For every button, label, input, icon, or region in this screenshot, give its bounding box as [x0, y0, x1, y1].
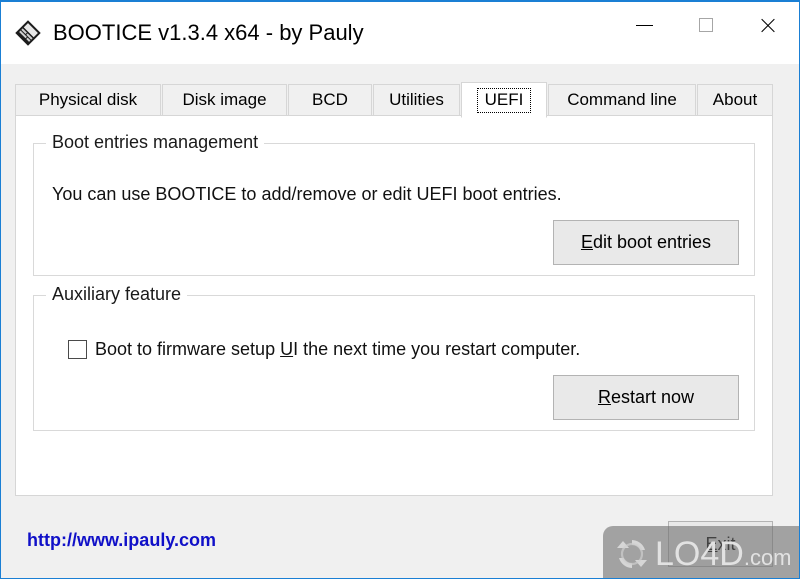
maximize-icon [699, 18, 713, 32]
restart-now-button[interactable]: Restart now [553, 375, 739, 420]
close-button[interactable] [737, 2, 799, 48]
tab-label: Utilities [389, 90, 444, 109]
tab-about[interactable]: About [697, 84, 773, 116]
maximize-button[interactable] [675, 2, 737, 48]
caption-button-group [613, 2, 799, 48]
tab-command-line[interactable]: Command line [548, 84, 696, 116]
boot-entries-description: You can use BOOTICE to add/remove or edi… [52, 184, 562, 204]
application-window: BOOTICE v1.3.4 x64 - by Pauly Physical d… [0, 0, 800, 579]
homepage-link[interactable]: http://www.ipauly.com [27, 530, 216, 551]
checkbox-text-after: I the next time you restart computer. [293, 339, 581, 359]
tab-physical-disk[interactable]: Physical disk [15, 84, 161, 116]
edit-boot-entries-button[interactable]: Edit boot entries [553, 220, 739, 265]
exit-accel: E [705, 533, 718, 554]
restart-now-label: estart now [610, 387, 695, 407]
tab-label: Physical disk [38, 90, 138, 109]
minimize-button[interactable] [613, 2, 675, 48]
tab-uefi[interactable]: UEFI [461, 82, 547, 118]
boot-to-firmware-setup-checkbox[interactable] [68, 340, 87, 359]
tab-bcd[interactable]: BCD [288, 84, 372, 116]
tab-label: BCD [312, 90, 348, 109]
exit-button[interactable]: Exit [668, 521, 773, 567]
checkbox-accel: U [280, 339, 294, 359]
tab-disk-image[interactable]: Disk image [162, 84, 287, 116]
tab-label: About [712, 90, 758, 109]
app-diamond-icon [13, 18, 43, 48]
exit-label: xit [717, 533, 736, 554]
tab-label: Disk image [182, 90, 267, 109]
boot-to-firmware-setup-label: Boot to firmware setup UI the next time … [95, 339, 580, 360]
uefi-tab-page: Boot entries management You can use BOOT… [15, 115, 773, 496]
boot-entries-management-group: Boot entries management You can use BOOT… [33, 132, 755, 276]
boot-entries-management-title: Boot entries management [46, 132, 265, 153]
close-icon [759, 16, 777, 34]
boot-to-firmware-setup-checkbox-row[interactable]: Boot to firmware setup UI the next time … [68, 339, 580, 360]
minimize-icon [635, 24, 653, 26]
tab-label: Command line [567, 90, 677, 109]
checkbox-text-before: Boot to firmware setup [95, 339, 281, 359]
restart-now-accel: R [597, 387, 611, 407]
window-title: BOOTICE v1.3.4 x64 - by Pauly [53, 20, 364, 45]
title-bar: BOOTICE v1.3.4 x64 - by Pauly [1, 2, 799, 64]
refresh-circular-arrows-icon [611, 533, 653, 575]
tab-label: UEFI [476, 87, 532, 113]
tab-strip: Physical disk Disk image BCD Utilities U… [15, 82, 785, 118]
edit-boot-entries-label: dit boot entries [592, 232, 712, 252]
edit-boot-entries-accel: E [580, 232, 593, 252]
auxiliary-feature-group: Auxiliary feature Boot to firmware setup… [33, 284, 755, 431]
tab-utilities[interactable]: Utilities [373, 84, 460, 116]
auxiliary-feature-title: Auxiliary feature [46, 284, 188, 305]
title-bar-left: BOOTICE v1.3.4 x64 - by Pauly [1, 2, 613, 64]
